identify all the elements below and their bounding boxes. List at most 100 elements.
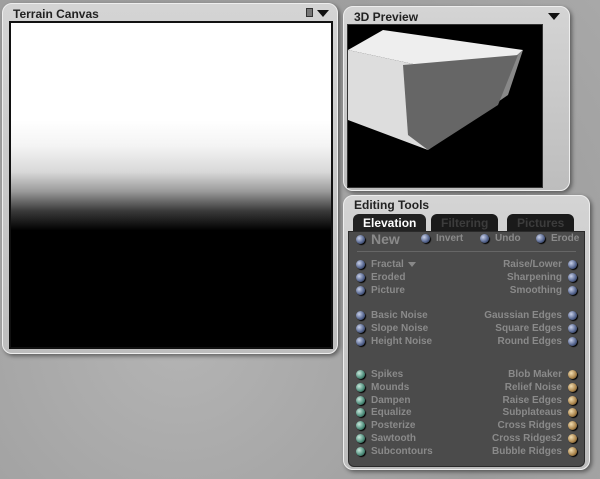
- button-knob-icon: [356, 421, 365, 431]
- button-label: Spikes: [371, 369, 404, 380]
- erode-button[interactable]: Erode: [530, 233, 579, 244]
- button-knob-icon: [356, 434, 365, 443]
- button-knob-icon: [568, 273, 577, 282]
- tab-filtering[interactable]: Filtering: [431, 214, 499, 231]
- mounds-button[interactable]: Mounds: [350, 382, 409, 393]
- button-label: Slope Noise: [371, 323, 429, 334]
- button-knob-icon: [356, 446, 365, 456]
- equalize-button[interactable]: Equalize: [350, 407, 412, 418]
- subplateaus-button[interactable]: Subplateaus: [503, 407, 583, 418]
- picture-button[interactable]: Picture: [350, 285, 405, 296]
- terrain-preview-render: [348, 30, 523, 150]
- button-label: Basic Noise: [371, 310, 428, 321]
- resize-icon[interactable]: [306, 8, 313, 17]
- undo-button[interactable]: Undo: [474, 233, 521, 244]
- sharpening-button[interactable]: Sharpening: [507, 272, 583, 283]
- height-noise-button[interactable]: Height Noise: [350, 336, 432, 347]
- button-knob-icon: [421, 234, 430, 243]
- invert-button[interactable]: Invert: [415, 233, 463, 244]
- button-label: Invert: [436, 233, 464, 244]
- button-knob-icon: [568, 311, 577, 320]
- button-label: Undo: [495, 233, 521, 244]
- button-label: Height Noise: [371, 336, 433, 347]
- button-label: Round Edges: [497, 336, 562, 347]
- button-knob-icon: [568, 408, 577, 418]
- dampen-button[interactable]: Dampen: [350, 395, 410, 406]
- button-label: Raise/Lower: [503, 259, 562, 270]
- button-knob-icon: [356, 324, 365, 333]
- round-edges-button[interactable]: Round Edges: [498, 336, 583, 347]
- button-knob-icon: [568, 421, 577, 431]
- button-knob-icon: [356, 370, 365, 379]
- button-label: New: [371, 231, 400, 247]
- menu-triangle-icon[interactable]: [548, 13, 560, 20]
- blob-maker-button[interactable]: Blob Maker: [508, 369, 583, 380]
- button-knob-icon: [568, 370, 577, 379]
- button-label: Fractal: [371, 259, 404, 270]
- button-knob-icon: [356, 234, 365, 244]
- raise-edges-button[interactable]: Raise Edges: [503, 395, 583, 406]
- button-knob-icon: [568, 382, 577, 392]
- button-knob-icon: [356, 382, 365, 392]
- button-label: Eroded: [371, 272, 406, 283]
- terrain-canvas[interactable]: [9, 21, 333, 349]
- button-knob-icon: [568, 434, 577, 443]
- tab-pictures[interactable]: Pictures: [507, 214, 575, 231]
- button-label: Erode: [551, 233, 580, 244]
- button-label: Dampen: [371, 394, 411, 406]
- button-label: Posterize: [371, 420, 416, 432]
- square-edges-button[interactable]: Square Edges: [495, 323, 583, 334]
- button-label: Sawtooth: [371, 433, 416, 444]
- button-label: Sharpening: [506, 272, 562, 283]
- new-button[interactable]: New: [350, 231, 400, 247]
- cross-ridges2-button[interactable]: Cross Ridges2: [492, 433, 583, 444]
- button-label: Mounds: [371, 381, 410, 393]
- menu-triangle-icon[interactable]: [317, 10, 329, 17]
- 3d-preview-title: 3D Preview: [354, 10, 419, 24]
- divider: [357, 251, 576, 252]
- button-label: Relief Noise: [504, 381, 562, 393]
- button-knob-icon: [356, 273, 365, 282]
- dropdown-arrow-icon[interactable]: [407, 262, 416, 267]
- editing-tools-panel: Editing Tools Elevation Filtering Pictur…: [343, 195, 590, 470]
- editing-tools-title: Editing Tools: [354, 198, 430, 212]
- spikes-button[interactable]: Spikes: [350, 369, 403, 380]
- cross-ridges-button[interactable]: Cross Ridges: [498, 420, 583, 431]
- relief-noise-button[interactable]: Relief Noise: [505, 382, 583, 393]
- basic-noise-button[interactable]: Basic Noise: [350, 310, 428, 321]
- bubble-ridges-button[interactable]: Bubble Ridges: [492, 446, 583, 457]
- button-knob-icon: [480, 234, 489, 243]
- button-knob-icon: [356, 395, 365, 405]
- eroded-button[interactable]: Eroded: [350, 272, 405, 283]
- button-label: Cross Ridges2: [491, 433, 562, 444]
- 3d-preview-panel: 3D Preview: [343, 6, 570, 191]
- posterize-button[interactable]: Posterize: [350, 420, 415, 431]
- button-knob-icon: [356, 311, 365, 320]
- button-knob-icon: [536, 234, 545, 243]
- gaussian-edges-button[interactable]: Gaussian Edges: [484, 310, 583, 321]
- raise-lower-button[interactable]: Raise/Lower: [503, 259, 583, 270]
- button-label: Raise Edges: [502, 394, 562, 406]
- button-knob-icon: [568, 324, 577, 333]
- button-label: Subcontours: [371, 445, 433, 457]
- button-label: Bubble Ridges: [491, 445, 562, 457]
- button-label: Smoothing: [509, 285, 562, 296]
- subcontours-button[interactable]: Subcontours: [350, 446, 433, 457]
- button-knob-icon: [568, 286, 577, 295]
- button-knob-icon: [356, 286, 365, 295]
- button-label: Blob Maker: [508, 369, 562, 380]
- smoothing-button[interactable]: Smoothing: [510, 285, 583, 296]
- terrain-canvas-title: Terrain Canvas: [13, 7, 99, 21]
- sawtooth-button[interactable]: Sawtooth: [350, 433, 416, 444]
- button-label: Square Edges: [495, 323, 562, 334]
- elevation-tools: New Invert Undo Erode Fractal Eroded Picture Ba…: [348, 231, 585, 467]
- fractal-button[interactable]: Fractal: [350, 259, 416, 270]
- button-label: Subplateaus: [502, 407, 562, 419]
- button-label: Picture: [371, 285, 405, 296]
- tab-elevation[interactable]: Elevation: [353, 214, 427, 231]
- button-label: Gaussian Edges: [484, 310, 562, 321]
- slope-noise-button[interactable]: Slope Noise: [350, 323, 428, 334]
- button-knob-icon: [568, 446, 577, 456]
- 3d-preview-view[interactable]: [347, 24, 543, 188]
- button-knob-icon: [568, 337, 577, 346]
